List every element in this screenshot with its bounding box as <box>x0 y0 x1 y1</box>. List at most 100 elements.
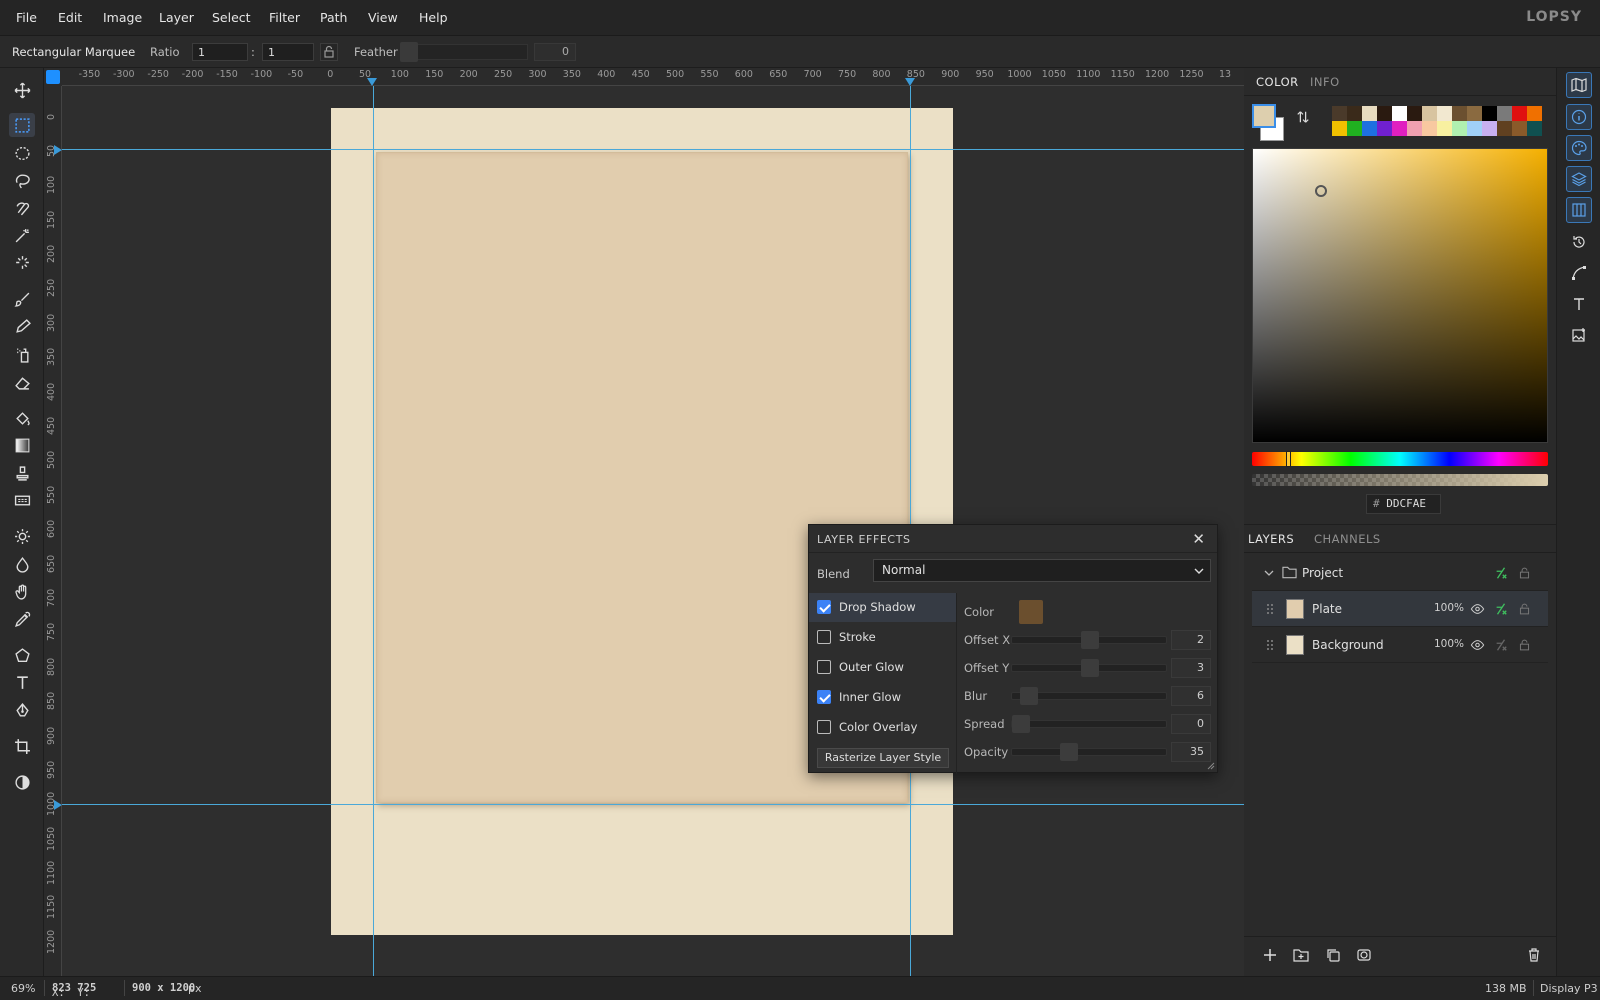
hand-tool[interactable] <box>9 579 35 603</box>
resize-grip-icon[interactable] <box>1207 762 1215 770</box>
color-swatch[interactable] <box>1437 121 1452 136</box>
rect-marquee-tool[interactable] <box>9 113 35 137</box>
layer-row[interactable]: Plate 100% <box>1252 591 1548 627</box>
history-panel-button[interactable] <box>1566 229 1592 255</box>
shape-tool[interactable] <box>9 643 35 667</box>
guide-horizontal[interactable] <box>62 804 1244 805</box>
adjust-tool[interactable] <box>9 770 35 794</box>
effect-prop-value[interactable]: 6 <box>1171 686 1211 706</box>
color-swatch[interactable] <box>1482 121 1497 136</box>
color-swatch[interactable] <box>1422 106 1437 121</box>
duplicate-layer-button[interactable] <box>1325 947 1343 965</box>
lasso-tool[interactable] <box>9 168 35 192</box>
paths-panel-button[interactable] <box>1566 260 1592 286</box>
menu-view[interactable]: View <box>368 10 398 25</box>
text-tool[interactable] <box>9 670 35 694</box>
color-swatch[interactable] <box>1407 121 1422 136</box>
feather-slider-thumb[interactable] <box>400 42 418 62</box>
lock-icon[interactable] <box>1518 566 1531 580</box>
pattern-tool[interactable] <box>9 488 35 512</box>
effect-prop-slider[interactable] <box>1011 743 1167 761</box>
eraser-tool[interactable] <box>9 370 35 394</box>
menu-select[interactable]: Select <box>212 10 251 25</box>
color-swatch[interactable] <box>1392 121 1407 136</box>
guide-horizontal[interactable] <box>62 149 1244 150</box>
horizontal-ruler[interactable]: -350 -300 -250 -200 -150 -100 -50 0 50 100 150 200 2… <box>62 68 1244 86</box>
effect-checkbox[interactable] <box>817 720 831 734</box>
fx-icon[interactable] <box>1494 566 1508 580</box>
tab-color[interactable]: COLOR <box>1256 75 1299 89</box>
eye-icon[interactable] <box>1470 638 1485 652</box>
delete-layer-button[interactable] <box>1526 947 1544 965</box>
hue-slider-thumb[interactable] <box>1286 451 1291 467</box>
picker-handle[interactable] <box>1315 185 1327 197</box>
guide-marker-icon[interactable] <box>54 145 62 155</box>
effect-prop-slider[interactable] <box>1011 687 1167 705</box>
color-swatch[interactable] <box>1452 121 1467 136</box>
swap-colors-button[interactable] <box>1296 110 1310 127</box>
color-swatch[interactable] <box>1467 106 1482 121</box>
magnetic-lasso-tool[interactable] <box>9 196 35 220</box>
slider-thumb[interactable] <box>1081 631 1099 649</box>
guide-marker-icon[interactable] <box>54 800 62 810</box>
move-tool[interactable] <box>9 78 35 102</box>
effect-prop-value[interactable]: 2 <box>1171 630 1211 650</box>
new-layer-button[interactable] <box>1262 947 1280 965</box>
color-swatch[interactable] <box>1512 106 1527 121</box>
color-swatch[interactable] <box>1407 106 1422 121</box>
pen-tool[interactable] <box>9 698 35 722</box>
layer-opacity[interactable]: 100% <box>1434 638 1464 650</box>
menu-file[interactable]: File <box>16 10 37 25</box>
guide-marker-icon[interactable] <box>905 78 915 86</box>
color-swatch[interactable] <box>1467 121 1482 136</box>
color-swatch[interactable] <box>1482 106 1497 121</box>
drag-handle-icon[interactable] <box>1266 603 1274 615</box>
menu-image[interactable]: Image <box>103 10 142 25</box>
blur-tool[interactable] <box>9 552 35 576</box>
quick-select-tool[interactable] <box>9 250 35 274</box>
paint-bucket-tool[interactable] <box>9 406 35 430</box>
effect-prop-slider[interactable] <box>1011 659 1167 677</box>
eye-icon[interactable] <box>1470 602 1485 616</box>
color-swatch[interactable] <box>1332 121 1347 136</box>
zoom-level[interactable]: 69% <box>11 982 35 995</box>
layer-group-row[interactable]: Project <box>1252 555 1548 591</box>
ruler-origin[interactable] <box>46 70 60 84</box>
color-swatch[interactable] <box>1422 121 1437 136</box>
slider-thumb[interactable] <box>1012 715 1030 733</box>
color-swatch[interactable] <box>1497 121 1512 136</box>
new-group-button[interactable] <box>1293 947 1311 965</box>
image-panel-button[interactable] <box>1566 322 1592 348</box>
ellipse-marquee-tool[interactable] <box>9 141 35 165</box>
stamp-tool[interactable] <box>9 461 35 485</box>
effect-inner-glow[interactable]: Inner Glow <box>809 683 956 712</box>
effect-checkbox[interactable] <box>817 630 831 644</box>
color-panel-button[interactable] <box>1566 135 1592 161</box>
feather-slider[interactable] <box>402 44 528 60</box>
vertical-ruler[interactable]: 0 50 100 150 200 250 300 350 400 450 500 550 600 650 7… <box>44 86 62 976</box>
layers-panel-button[interactable] <box>1566 166 1592 192</box>
color-swatch[interactable] <box>1497 106 1512 121</box>
channels-panel-button[interactable] <box>1566 197 1592 223</box>
feather-value[interactable]: 0 <box>534 43 576 61</box>
effect-prop-value[interactable]: 35 <box>1171 742 1211 762</box>
spray-tool[interactable] <box>9 342 35 366</box>
effect-prop-value[interactable]: 3 <box>1171 658 1211 678</box>
eyedropper-tool[interactable] <box>9 607 35 631</box>
shadow-color-swatch[interactable] <box>1019 600 1043 624</box>
info-panel-button[interactable] <box>1566 104 1592 130</box>
drag-handle-icon[interactable] <box>1266 639 1274 651</box>
pencil-tool[interactable] <box>9 314 35 338</box>
mask-button[interactable] <box>1356 947 1374 965</box>
fx-icon[interactable] <box>1494 638 1508 652</box>
guide-vertical[interactable] <box>373 86 374 976</box>
effect-prop-slider[interactable] <box>1011 715 1167 733</box>
hex-input[interactable]: # DDCFAE <box>1366 494 1441 514</box>
tab-channels[interactable]: CHANNELS <box>1314 532 1381 546</box>
ratio-width-input[interactable] <box>192 43 248 61</box>
effect-prop-slider[interactable] <box>1011 631 1167 649</box>
ratio-lock-button[interactable] <box>320 43 338 61</box>
color-swatch[interactable] <box>1362 121 1377 136</box>
navigator-panel-button[interactable] <box>1566 72 1592 98</box>
ratio-height-input[interactable] <box>262 43 314 61</box>
